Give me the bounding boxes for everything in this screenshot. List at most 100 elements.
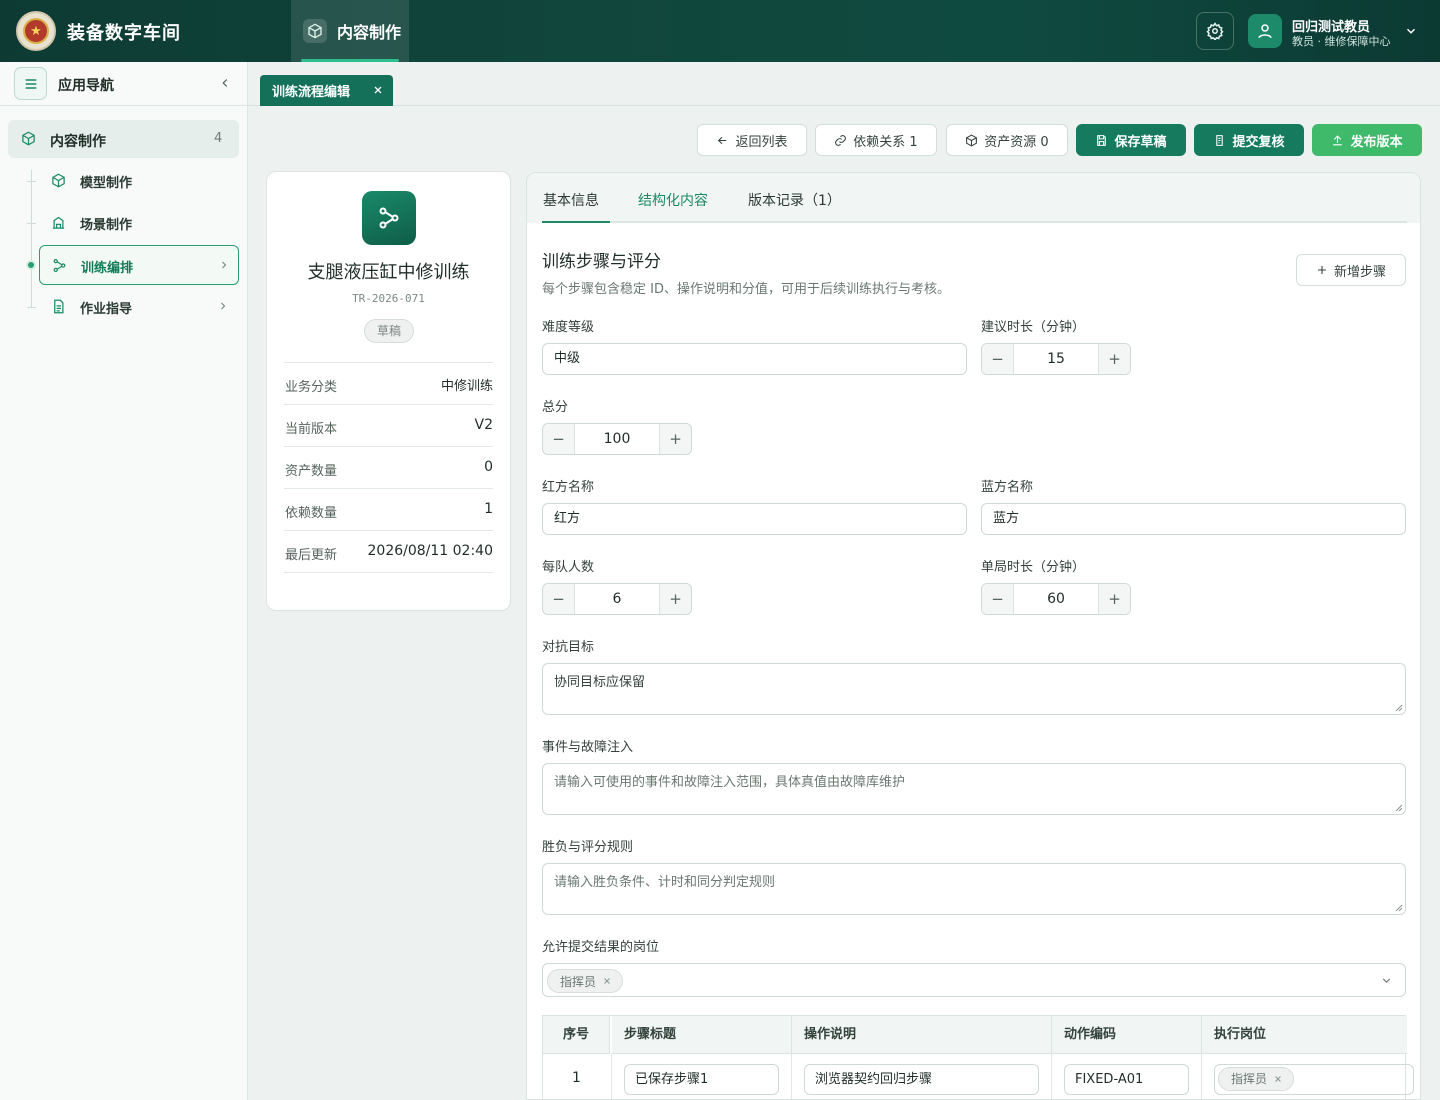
asset-resources-button[interactable]: 资产资源 0 [946,124,1068,156]
tag-label: 指挥员 [1231,1071,1268,1086]
rules-label: 胜负与评分规则 [542,840,634,855]
stepper-value[interactable]: 15 [1014,351,1098,367]
info-key: 最后更新 [285,548,338,563]
tab-basic-info[interactable]: 基本信息 [543,190,599,210]
total-score-stepper[interactable]: − 100 + [542,423,692,455]
publish-version-button[interactable]: 发布版本 [1312,124,1422,156]
textarea-placeholder: 请输入胜负条件、计时和同分判定规则 [554,875,776,890]
textarea-value: 协同目标应保留 [554,675,646,690]
decrement-button[interactable]: − [543,424,575,454]
info-value: 0 [484,459,493,475]
column-header: 序号 [543,1016,610,1054]
resize-grip-icon[interactable] [1395,904,1403,912]
sidebar-item-label: 作业指导 [80,302,133,317]
table-cell: 指挥员 [1202,1054,1414,1099]
column-header: 操作说明 [792,1016,1052,1054]
back-to-list-button[interactable]: 返回列表 [697,124,807,156]
step-title-input[interactable]: 已保存步骤1 [624,1064,779,1095]
rules-textarea[interactable]: 请输入胜负条件、计时和同分判定规则 [542,863,1406,915]
avatar[interactable] [1248,14,1282,48]
round-duration-label: 单局时长（分钟） [981,560,1086,575]
role-tag: 指挥员 [1218,1067,1295,1091]
button-label: 保存草稿 [1114,134,1167,150]
chevron-right-icon [217,300,229,316]
blue-team-field[interactable]: 蓝方 [981,503,1406,535]
duration-stepper[interactable]: − 15 + [981,343,1131,375]
info-key: 资产数量 [285,464,338,479]
dependencies-button[interactable]: 依赖关系 1 [815,124,937,156]
tree-connector-active [26,260,36,270]
sidebar-item-model[interactable]: 模型制作 [39,161,239,201]
table-cell: 浏览器契约回归步骤 [792,1054,1052,1099]
save-draft-button[interactable]: 保存草稿 [1076,124,1186,156]
close-icon[interactable] [372,84,384,100]
menu-icon [25,78,36,89]
gear-icon [1206,22,1224,40]
flow-icon [362,191,416,245]
page-tab-training-edit[interactable]: 训练流程编辑 [260,75,393,106]
button-label: 新增步骤 [1333,264,1386,280]
add-step-button[interactable]: 新增步骤 [1296,254,1406,286]
sidebar-item-scene[interactable]: 场景制作 [39,203,239,243]
sidebar-item-training[interactable]: 训练编排 [39,245,239,285]
chevron-down-icon [1380,974,1393,991]
increment-button[interactable]: + [659,424,691,454]
action-code-input[interactable]: FIXED-A01 [1064,1064,1189,1095]
arrow-left-icon [718,136,727,144]
decrement-button[interactable]: − [982,584,1014,614]
increment-button[interactable]: + [1098,584,1130,614]
difficulty-field[interactable]: 中级 [542,343,967,375]
info-row-updated: 最后更新 2026/08/11 02:40 [284,530,493,572]
step-index: 1 [572,1070,581,1086]
step-role-select[interactable]: 指挥员 [1214,1064,1414,1095]
user-role: 教员 · 维修保障中心 [1292,35,1391,48]
increment-button[interactable]: + [1098,344,1130,374]
round-duration-stepper[interactable]: − 60 + [981,583,1131,615]
close-icon[interactable] [1273,1074,1283,1084]
submit-review-button[interactable]: 提交复核 [1194,124,1304,156]
resize-grip-icon[interactable] [1395,704,1403,712]
red-team-field[interactable]: 红方 [542,503,967,535]
chevron-left-icon[interactable] [218,76,232,94]
tab-version-history[interactable]: 版本记录（1） [748,190,841,210]
stepper-value[interactable]: 100 [575,431,659,447]
sidebar-item-guide[interactable]: 作业指导 [39,287,239,327]
red-team-label: 红方名称 [542,480,595,495]
document-icon [51,299,66,318]
duration-label: 建议时长（分钟） [981,320,1086,335]
editor-panel: 基本信息 结构化内容 版本记录（1） 训练步骤与评分 每个步骤包含稳定 ID、操… [526,172,1421,1100]
info-value: 中修训练 [440,379,493,394]
column-header: 执行岗位 [1202,1016,1407,1054]
stepper-value[interactable]: 60 [1014,591,1098,607]
decrement-button[interactable]: − [982,344,1014,374]
cube-icon [966,133,978,147]
allowed-roles-label: 允许提交结果的岗位 [542,940,660,955]
increment-button[interactable]: + [659,584,691,614]
top-bar: ★ 装备数字车间 内容制作 回归测试教员 教员 · 维修保障中心 [0,0,1440,62]
tab-structured-content[interactable]: 结构化内容 [638,190,708,210]
menu-toggle-button[interactable] [14,67,47,100]
sidebar-group-content-production[interactable]: 内容制作 4 [8,120,239,158]
top-nav-content-production[interactable]: 内容制作 [291,0,409,62]
team-size-label: 每队人数 [542,560,595,575]
objective-textarea[interactable]: 协同目标应保留 [542,663,1406,715]
step-description-input[interactable]: 浏览器契约回归步骤 [804,1064,1039,1095]
chevron-down-icon[interactable] [1404,24,1418,42]
info-row-deps: 依赖数量 1 [284,488,493,530]
cube-icon [303,19,327,43]
training-summary-card: 支腿液压缸中修训练 TR-2026-071 草稿 业务分类 中修训练 当前版本 … [266,171,511,611]
close-icon[interactable] [602,976,612,986]
stepper-value[interactable]: 6 [575,591,659,607]
events-textarea[interactable]: 请输入可使用的事件和故障注入范围，具体真值由故障库维护 [542,763,1406,815]
decrement-button[interactable]: − [543,584,575,614]
info-key: 业务分类 [285,380,338,395]
info-key: 当前版本 [285,422,338,437]
button-label: 发布版本 [1350,134,1403,150]
resize-grip-icon[interactable] [1395,804,1403,812]
emblem-logo: ★ [16,11,56,51]
settings-button[interactable] [1196,12,1234,50]
allowed-roles-select[interactable]: 指挥员 [542,963,1406,997]
difficulty-label: 难度等级 [542,320,595,335]
column-header: 步骤标题 [612,1016,792,1054]
team-size-stepper[interactable]: − 6 + [542,583,692,615]
